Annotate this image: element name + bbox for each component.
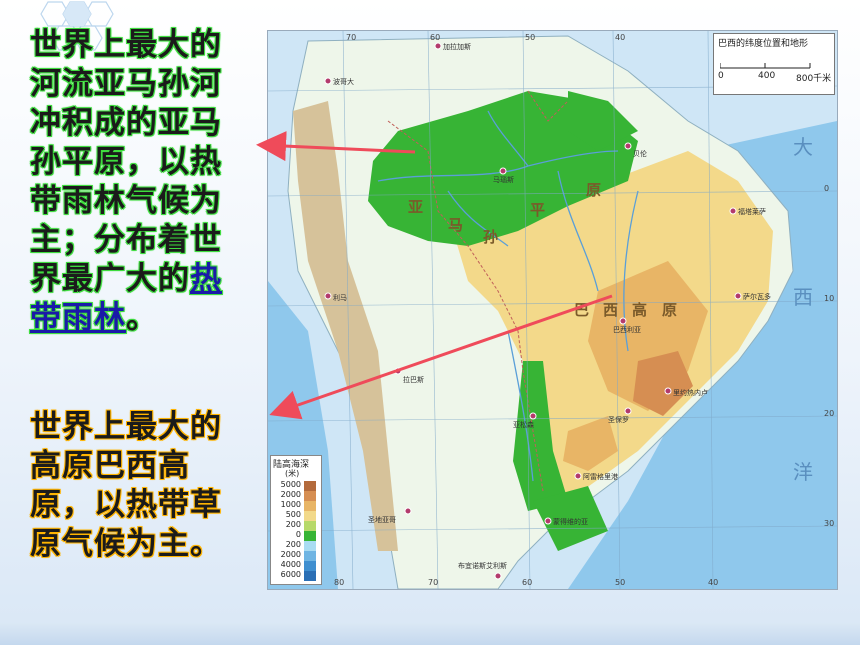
- longitude-label: 40: [708, 578, 719, 587]
- depth-value: 1000: [280, 500, 301, 509]
- depth-swatch: [304, 571, 316, 581]
- depth-swatch: [304, 541, 316, 551]
- text-line-part: 界最广大的: [30, 261, 190, 297]
- brazil-map: 亚 马 孙 平 原 巴 西 高 原 大 西 洋 马瑙斯 贝伦 巴西利亚 里约热内…: [267, 30, 838, 590]
- text-line: 带雨林。: [30, 299, 268, 338]
- longitude-label: 40: [615, 33, 626, 42]
- city-label: 阿雷格里港: [583, 473, 618, 481]
- ocean-label: 大: [793, 135, 813, 159]
- city-label: 巴西利亚: [613, 326, 641, 334]
- ocean-label: 西: [793, 285, 813, 309]
- depth-swatch: [304, 511, 316, 521]
- depth-swatch: [304, 561, 316, 571]
- depth-value: 2000: [280, 490, 301, 499]
- depth-value: 5000: [280, 480, 301, 489]
- longitude-label: 50: [525, 33, 536, 42]
- region-label: 马: [448, 216, 464, 234]
- depth-swatch: [304, 521, 316, 531]
- latitude-label: 30: [824, 519, 835, 528]
- scale-label: 0: [718, 71, 724, 81]
- depth-swatch: [304, 531, 316, 541]
- depth-value: 4000: [280, 560, 301, 569]
- city-label: 蒙得维的亚: [553, 518, 588, 526]
- text-line: 高原巴西高: [30, 448, 190, 484]
- brazil-plateau-description: 世界上最大的 高原巴西高 原，以热带草 原气候为主。: [30, 408, 268, 564]
- region-label: 亚: [408, 198, 424, 216]
- text-line: 原，以热带草: [30, 487, 222, 523]
- text-line: 冲积成的亚马: [30, 105, 222, 141]
- elevation-depth-legend: 陆高海深 (米) 5000 2000 1000 500 200 0 200 2000 4000 6…: [270, 455, 322, 585]
- text-line: 世界上最大的: [30, 27, 222, 63]
- map-inset-legend: 巴西的纬度位置和地形 0 400 800千米: [713, 33, 835, 95]
- text-line: 孙平原，以热: [30, 144, 222, 180]
- city-label: 贝伦: [633, 150, 647, 158]
- city-label: 圣保罗: [608, 416, 629, 424]
- rainforest-link-part1[interactable]: 热: [190, 261, 222, 297]
- region-label: 孙: [483, 228, 499, 246]
- city-label: 圣地亚哥: [368, 516, 396, 524]
- longitude-label: 70: [428, 578, 439, 587]
- map-drawing: [268, 31, 837, 589]
- longitude-label: 50: [615, 578, 626, 587]
- depth-legend-unit: (米): [285, 469, 300, 478]
- rainforest-link-part2[interactable]: 带雨林: [30, 300, 126, 336]
- footer-band: [0, 623, 860, 645]
- text-line: 原气候为主。: [30, 526, 222, 562]
- longitude-label: 80: [334, 578, 345, 587]
- inset-title: 巴西的纬度位置和地形: [718, 39, 809, 49]
- city-label: 波哥大: [333, 78, 354, 86]
- region-label: 原: [662, 301, 678, 319]
- depth-value: 500: [285, 510, 301, 519]
- latitude-label: 0: [824, 184, 830, 193]
- longitude-label: 60: [522, 578, 533, 587]
- city-label: 加拉加斯: [443, 43, 471, 51]
- longitude-label: 70: [346, 33, 357, 42]
- scale-label: 400: [758, 71, 776, 81]
- depth-swatch: [304, 491, 316, 501]
- text-line-end: 。: [126, 300, 158, 336]
- depth-value: 2000: [280, 550, 301, 559]
- text-line: 河流亚马孙河: [30, 66, 222, 102]
- depth-value: 200: [285, 540, 301, 549]
- city-label: 里约热内卢: [673, 389, 708, 397]
- text-line: 带雨林气候为: [30, 183, 222, 219]
- latitude-label: 10: [824, 294, 835, 303]
- longitude-label: 60: [430, 33, 441, 42]
- depth-value: 200: [285, 520, 301, 529]
- region-label: 巴: [574, 301, 590, 319]
- text-line: 主；分布着世: [30, 222, 222, 258]
- depth-value: 6000: [280, 570, 301, 579]
- ocean-label: 洋: [793, 460, 813, 484]
- city-label: 萨尔瓦多: [743, 293, 771, 301]
- region-label: 高: [632, 301, 648, 319]
- region-label: 原: [586, 181, 602, 199]
- depth-swatch: [304, 551, 316, 561]
- text-line: 世界上最大的: [30, 409, 222, 445]
- depth-swatch: [304, 501, 316, 511]
- region-label: 平: [530, 201, 546, 219]
- text-line: 界最广大的热: [30, 260, 268, 299]
- city-label: 福塔莱萨: [738, 208, 766, 216]
- city-label: 拉巴斯: [403, 376, 424, 384]
- depth-value: 0: [295, 530, 301, 539]
- depth-swatch: [304, 481, 316, 491]
- city-label: 亚松森: [513, 421, 534, 429]
- city-label: 布宜诺斯艾利斯: [458, 562, 507, 570]
- scale-bar: [720, 63, 811, 69]
- latitude-label: 20: [824, 409, 835, 418]
- region-label: 西: [603, 301, 619, 319]
- amazon-plain-description: 世界上最大的 河流亚马孙河 冲积成的亚马 孙平原，以热 带雨林气候为 主；分布着…: [30, 26, 268, 338]
- city-label: 利马: [333, 294, 347, 302]
- scale-label: 800千米: [796, 74, 832, 84]
- city-label: 马瑙斯: [493, 176, 514, 184]
